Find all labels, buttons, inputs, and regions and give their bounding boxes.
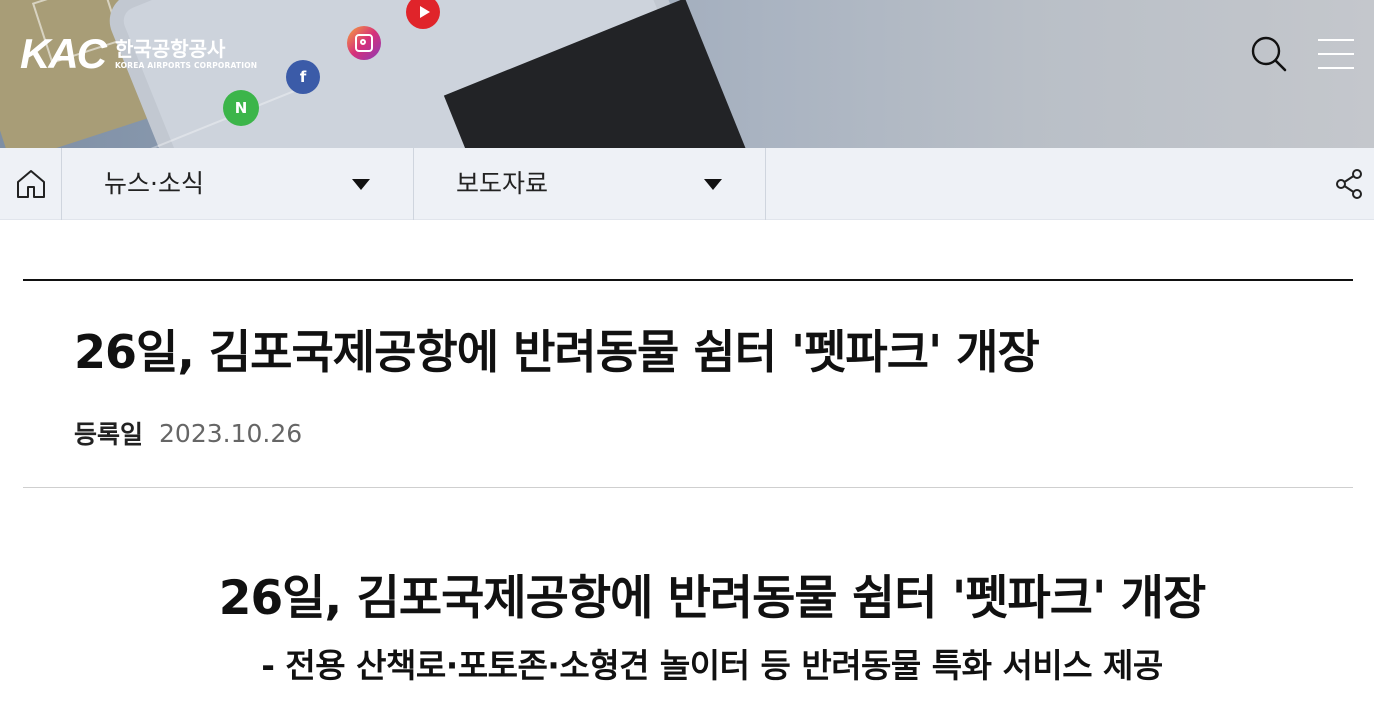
logo-name-en: KOREA AIRPORTS CORPORATION (115, 61, 258, 70)
registration-date-label: 등록일 (74, 420, 144, 449)
breadcrumb: 뉴스·소식 보도자료 (0, 148, 1374, 220)
page-title: 26일, 김포국제공항에 반려동물 쉼터 '펫파크' 개장 (74, 325, 1040, 379)
menu-button[interactable] (1316, 36, 1356, 72)
article-divider (23, 487, 1353, 488)
facebook-icon: f (286, 60, 320, 94)
logo-name-ko: 한국공항공사 (115, 37, 226, 61)
instagram-glyph (355, 34, 373, 52)
breadcrumb-category-label: 뉴스·소식 (104, 169, 204, 198)
article-body-title: 26일, 김포국제공항에 반려동물 쉼터 '펫파크' 개장 (218, 571, 1206, 626)
home-icon (16, 170, 45, 198)
registration-date-value: 2023.10.26 (159, 418, 303, 448)
youtube-play-glyph (419, 6, 430, 18)
breadcrumb-select-subcategory[interactable]: 보도자료 (414, 148, 766, 220)
breadcrumb-home-button[interactable] (0, 148, 62, 220)
search-button[interactable] (1248, 34, 1288, 74)
naver-icon: N (223, 90, 259, 126)
hamburger-menu-icon (1318, 39, 1354, 69)
logo-mark: KAC (20, 30, 107, 77)
facebook-letter: f (299, 68, 307, 86)
share-button[interactable] (1334, 168, 1364, 200)
breadcrumb-subcategory-label: 보도자료 (456, 169, 549, 198)
caret-down-icon (352, 179, 370, 190)
kac-logo[interactable]: KAC 한국공항공사 KOREA AIRPORTS CORPORATION (20, 30, 257, 77)
article-body-subtitle: - 전용 산책로·포토존·소형견 놀이터 등 반려동물 특화 서비스 제공 (261, 646, 1163, 685)
header-banner: N f KAC 한국공항공사 KOREA AIRPORTS CORPORATIO… (0, 0, 1374, 148)
caret-down-icon (704, 179, 722, 190)
post-meta: 등록일 2023.10.26 (74, 416, 302, 450)
article-top-rule (23, 279, 1353, 281)
instagram-icon (347, 26, 381, 60)
search-icon (1251, 36, 1287, 72)
naver-letter: N (234, 99, 248, 117)
logo-text: 한국공항공사 KOREA AIRPORTS CORPORATION (115, 37, 257, 71)
share-icon (1336, 169, 1362, 199)
breadcrumb-select-category[interactable]: 뉴스·소식 (62, 148, 414, 220)
